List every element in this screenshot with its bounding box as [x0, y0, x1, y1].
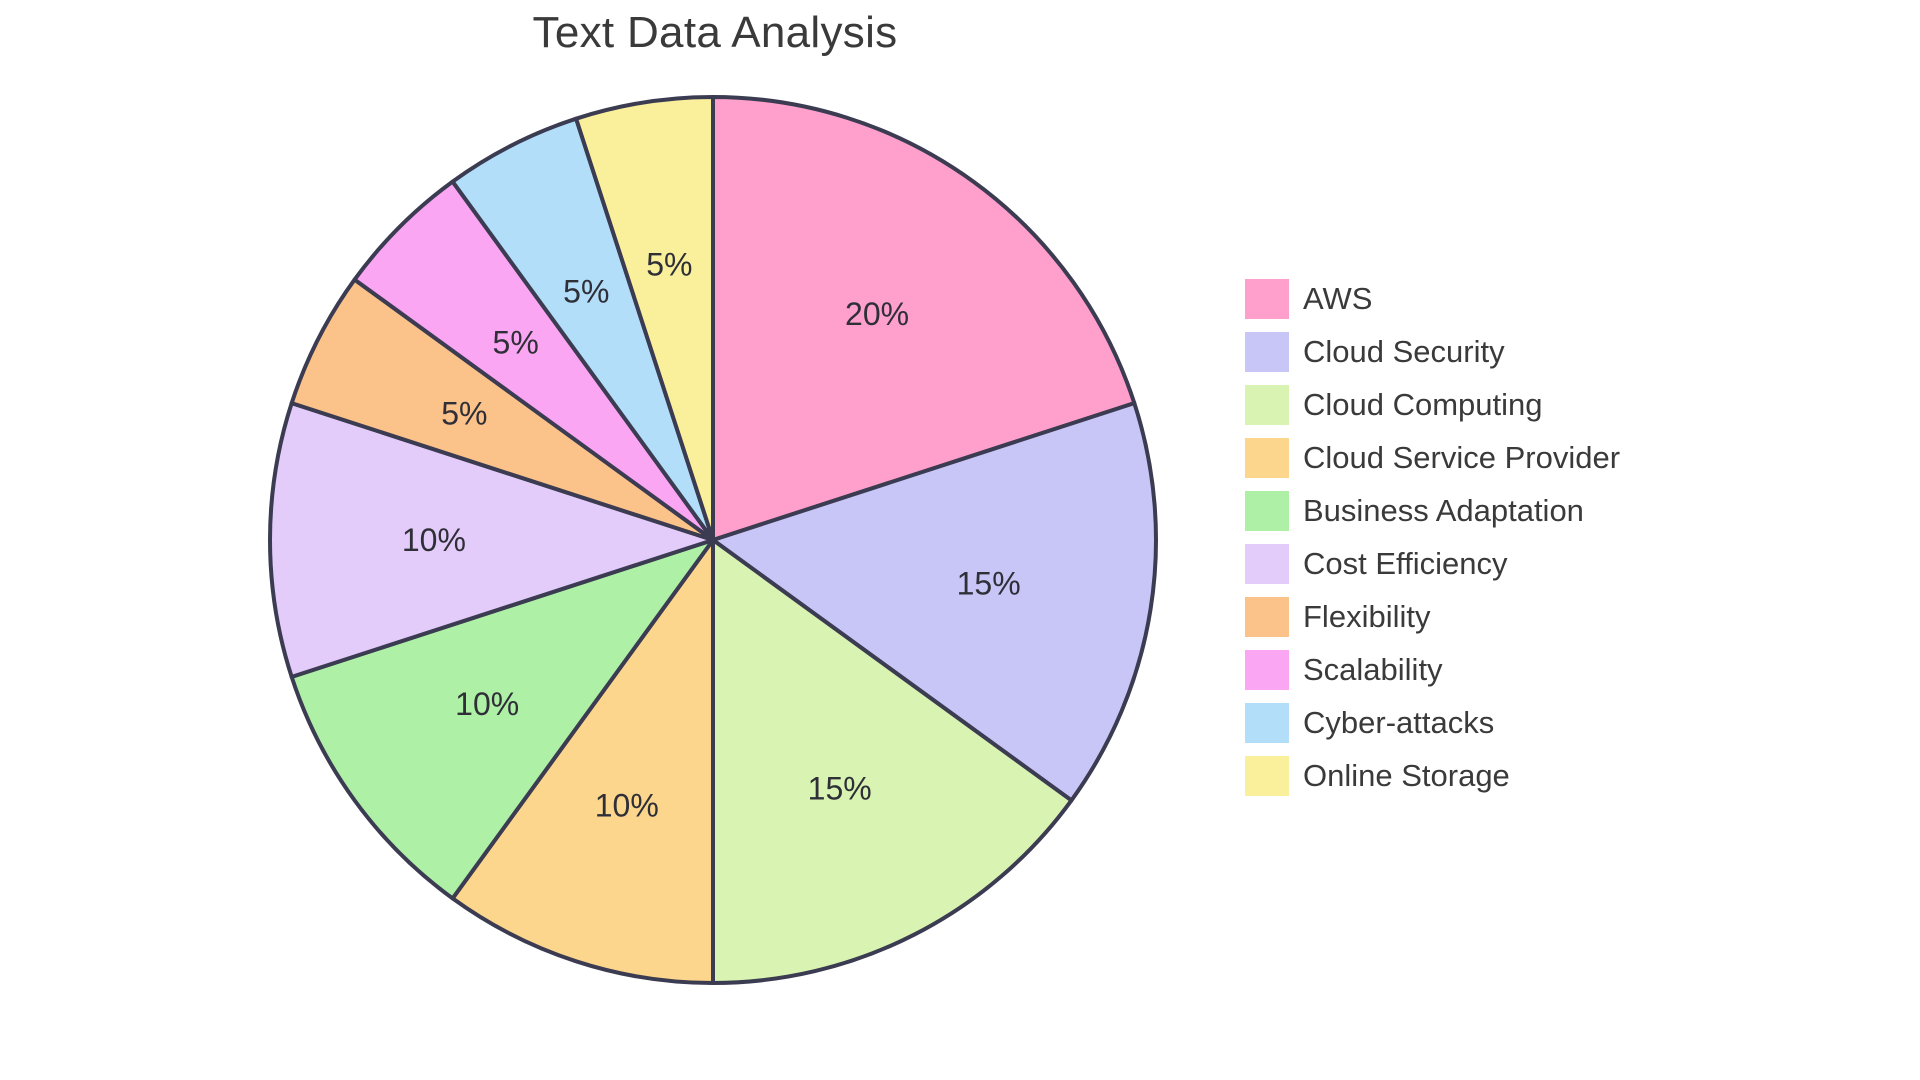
legend-item[interactable]: Scalability [1245, 643, 1620, 696]
legend-item-label: Cloud Service Provider [1303, 440, 1621, 475]
legend-color-swatch [1245, 543, 1289, 584]
pie-slice-percent-label: 15% [808, 771, 872, 807]
legend-item-label: Scalability [1303, 652, 1443, 687]
pie-slice-percent-label: 5% [441, 395, 487, 431]
legend-color-swatch [1245, 702, 1289, 743]
legend-item-label: Business Adaptation [1303, 493, 1584, 528]
legend-color-swatch [1245, 649, 1289, 690]
legend-item[interactable]: Cloud Security [1245, 325, 1620, 378]
legend-item[interactable]: Cloud Service Provider [1245, 431, 1620, 484]
legend-item-label: AWS [1303, 281, 1373, 316]
legend-item-label: Flexibility [1303, 599, 1431, 634]
legend-color-swatch [1245, 755, 1289, 796]
legend-item[interactable]: Cost Efficiency [1245, 537, 1620, 590]
pie-slice-percent-label: 20% [845, 296, 909, 332]
legend-item[interactable]: Cyber-attacks [1245, 696, 1620, 749]
legend-color-swatch [1245, 331, 1289, 372]
chart-legend: AWS Cloud Security Cloud Computing Cloud Se… [1245, 272, 1620, 802]
pie-slice-percent-label: 10% [595, 787, 659, 823]
legend-color-swatch [1245, 490, 1289, 531]
legend-item-label: Cyber-attacks [1303, 705, 1495, 740]
legend-item-label: Cloud Security [1303, 334, 1505, 369]
legend-item[interactable]: Online Storage [1245, 749, 1620, 802]
legend-item[interactable]: Flexibility [1245, 590, 1620, 643]
legend-color-swatch [1245, 384, 1289, 425]
legend-color-swatch [1245, 596, 1289, 637]
pie-chart-figure: Text Data Analysis 20% 15% 15% 10% 10% 10% 5% 5… [0, 0, 1920, 1080]
legend-color-swatch [1245, 437, 1289, 478]
legend-color-swatch [1245, 278, 1289, 319]
legend-item[interactable]: AWS [1245, 272, 1620, 325]
legend-item-label: Online Storage [1303, 758, 1510, 793]
pie-chart-canvas: 20%15%15%10%10%10%5%5%5%5% [267, 95, 1158, 985]
pie-slice-percent-label: 5% [493, 325, 539, 361]
pie-slice-percent-label: 10% [402, 522, 466, 558]
legend-item-label: Cost Efficiency [1303, 546, 1508, 581]
pie-slice-percent-label: 5% [646, 246, 692, 282]
pie-slice-percent-label: 15% [957, 566, 1021, 602]
pie-slice-percent-label: 10% [455, 686, 519, 722]
legend-item[interactable]: Business Adaptation [1245, 484, 1620, 537]
legend-item-label: Cloud Computing [1303, 387, 1543, 422]
pie-slice-percent-label: 5% [563, 273, 609, 309]
legend-item[interactable]: Cloud Computing [1245, 378, 1620, 431]
